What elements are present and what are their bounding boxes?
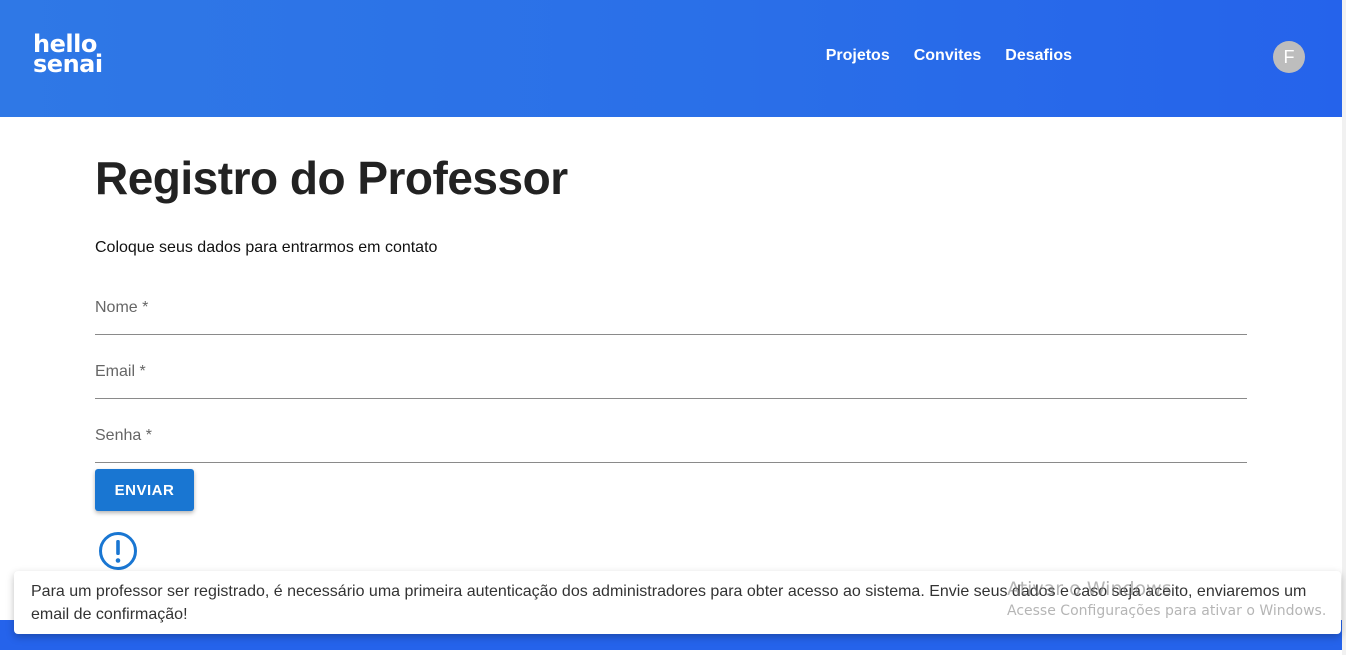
nav-desafios[interactable]: Desafios	[1005, 46, 1072, 66]
register-form: Registro do Professor Coloque seus dados…	[95, 150, 1247, 570]
senha-field[interactable]: Senha *	[95, 427, 1247, 463]
page-subtitle: Coloque seus dados para entrarmos em con…	[95, 239, 438, 256]
nav-projetos[interactable]: Projetos	[826, 46, 890, 66]
exclamation-icon	[99, 532, 137, 570]
nav-convites[interactable]: Convites	[914, 46, 982, 66]
senha-input[interactable]	[95, 427, 1247, 461]
hello-senai-logo[interactable]: hello senai	[33, 32, 103, 78]
page-title: Registro do Professor	[95, 152, 568, 204]
logo-line-2: senai	[33, 50, 103, 78]
email-field[interactable]: Email *	[95, 363, 1247, 399]
watermark-subtitle: Acesse Configurações para ativar o Windo…	[1007, 603, 1327, 619]
nome-field[interactable]: Nome *	[95, 299, 1247, 335]
app-bar: hello senai Projetos Convites Desafios F	[0, 0, 1342, 117]
watermark-title: Ativar o Windows	[1007, 578, 1172, 600]
main-nav: Projetos Convites Desafios	[826, 46, 1072, 66]
windows-activation-watermark: Ativar o Windows Acesse Configurações pa…	[1007, 578, 1326, 622]
nome-input[interactable]	[95, 299, 1247, 333]
enviar-button[interactable]: ENVIAR	[95, 469, 194, 511]
page-edge	[1342, 0, 1346, 655]
user-avatar[interactable]: F	[1273, 41, 1305, 73]
email-input[interactable]	[95, 363, 1247, 397]
